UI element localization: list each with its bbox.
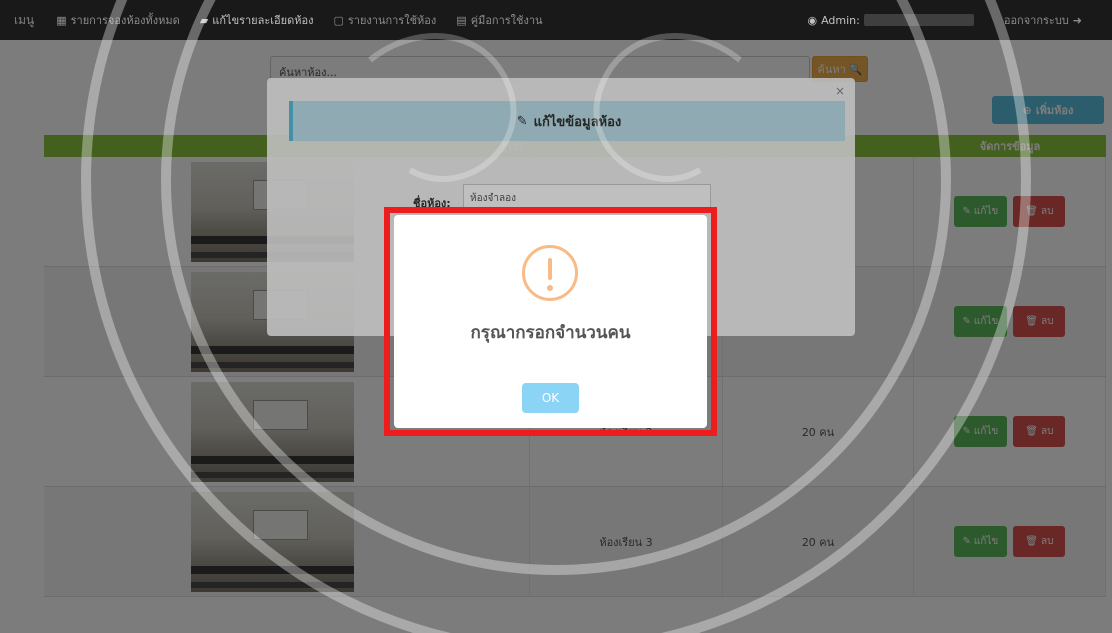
ok-button[interactable]: OK — [522, 383, 579, 413]
alert-title: กรุณากรอกจำนวนคน — [470, 323, 631, 343]
warning-icon — [522, 245, 578, 301]
alert-dialog: กรุณากรอกจำนวนคน OK — [394, 215, 707, 428]
